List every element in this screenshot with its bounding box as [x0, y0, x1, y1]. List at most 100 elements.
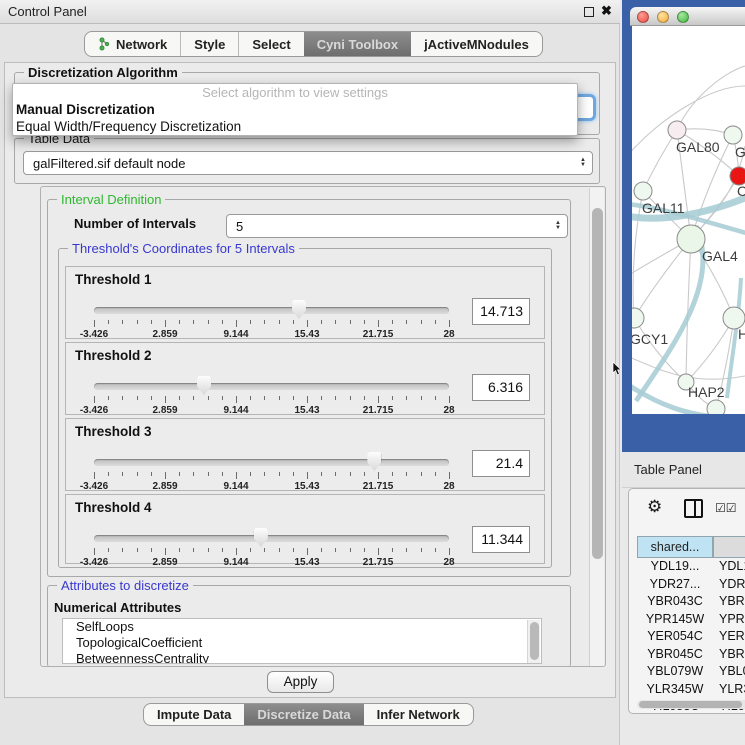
checkboxes-icon[interactable]: ☑☑	[715, 501, 737, 515]
threshold-label: Threshold 2	[75, 348, 152, 363]
tick-mark	[378, 320, 379, 327]
close-traffic-light-icon[interactable]	[637, 11, 649, 23]
threshold-slider[interactable]	[94, 307, 449, 315]
tick-mark	[222, 472, 223, 476]
slider-track[interactable]	[94, 535, 449, 542]
tab-select[interactable]: Select	[238, 32, 303, 56]
tick-mark	[364, 548, 365, 552]
gal80-node[interactable]	[668, 121, 686, 139]
control-panel-window: Control Panel ✖ NetworkStyleSelectCyni T…	[0, 0, 620, 745]
table-row[interactable]: YDL1	[713, 558, 745, 576]
table-row[interactable]: YDL19...	[637, 558, 713, 576]
tab-cyni-toolbox[interactable]: Cyni Toolbox	[304, 32, 411, 56]
number-of-intervals-combo[interactable]: 5 ▲▼	[226, 214, 568, 238]
table-row[interactable]: YBR0	[713, 646, 745, 664]
attributes-list-scroll-thumb[interactable]	[530, 622, 539, 660]
table-row[interactable]: YPR1	[713, 611, 745, 629]
tab-network[interactable]: Network	[85, 32, 180, 56]
tick-mark	[350, 548, 351, 552]
slider-track[interactable]	[94, 307, 449, 314]
table-data-combo[interactable]: galFiltered.sif default node ▲▼	[23, 151, 593, 175]
top-right-node[interactable]	[724, 126, 742, 144]
tab-impute-data[interactable]: Impute Data	[144, 704, 244, 725]
slider-tick-labels: -3.4262.8599.14415.4321.71528	[94, 329, 449, 340]
slider-thumb-icon[interactable]	[367, 452, 381, 471]
tab-infer-network[interactable]: Infer Network	[364, 704, 473, 725]
tick-mark	[392, 396, 393, 400]
threshold-value-field[interactable]: 21.4	[472, 450, 530, 477]
table-row[interactable]: YBR0	[713, 593, 745, 611]
tick-mark	[335, 396, 336, 400]
settings-scroll-thumb[interactable]	[592, 208, 603, 559]
table-row[interactable]: YBL0	[713, 663, 745, 681]
attributes-list-scrollbar[interactable]	[527, 620, 540, 664]
table-row[interactable]: YBR045C	[637, 646, 713, 664]
gal4-node[interactable]	[677, 225, 705, 253]
tick-label: 2.859	[152, 557, 177, 568]
table-row[interactable]: YDR2	[713, 576, 745, 594]
threshold-value-field[interactable]: 14.713	[472, 298, 530, 325]
minimize-traffic-light-icon[interactable]	[657, 11, 669, 23]
numerical-attributes-list[interactable]: SelfLoopsTopologicalCoefficientBetweenne…	[62, 618, 542, 664]
list-item[interactable]: TopologicalCoefficient	[63, 635, 541, 651]
apply-button[interactable]: Apply	[267, 671, 334, 693]
tick-mark	[449, 472, 450, 479]
close-icon[interactable]: ✖	[601, 3, 612, 19]
tick-mark	[236, 548, 237, 555]
tick-mark	[449, 548, 450, 555]
tick-mark	[350, 396, 351, 400]
table-header-na[interactable]: na	[713, 536, 745, 558]
table-header-shared[interactable]: shared...	[637, 536, 713, 558]
tab-jactivemnodules[interactable]: jActiveMNodules	[411, 32, 542, 56]
table-row[interactable]: YLR345W	[637, 681, 713, 699]
table-row[interactable]: YLR3	[713, 681, 745, 699]
slider-thumb-icon[interactable]	[292, 300, 306, 319]
slider-track[interactable]	[94, 383, 449, 390]
tick-mark	[350, 472, 351, 476]
tick-mark	[279, 396, 280, 400]
settings-vertical-scrollbar[interactable]	[589, 188, 604, 666]
table-horizontal-scrollbar[interactable]	[637, 700, 745, 709]
threshold-value-field[interactable]: 11.344	[472, 526, 530, 553]
tick-mark	[435, 396, 436, 400]
tick-mark	[307, 472, 308, 479]
table-row[interactable]: YER054C	[637, 628, 713, 646]
threshold-slider[interactable]	[94, 383, 449, 391]
slider-thumb-icon[interactable]	[197, 376, 211, 395]
tick-mark	[421, 472, 422, 476]
dropdown-option-equal-width-frequency-discretization[interactable]: Equal Width/Frequency Discretization	[13, 118, 577, 135]
zoom-traffic-light-icon[interactable]	[677, 11, 689, 23]
threshold-slider[interactable]	[94, 459, 449, 467]
tab-discretize-data[interactable]: Discretize Data	[244, 704, 363, 725]
gal11-node[interactable]	[634, 182, 652, 200]
tick-label: 15.43	[294, 405, 319, 416]
threshold-value-field[interactable]: 6.316	[472, 374, 530, 401]
list-item[interactable]: BetweennessCentrality	[63, 651, 541, 664]
bottom-node[interactable]	[707, 400, 725, 414]
list-item[interactable]: SelfLoops	[63, 619, 541, 635]
slider-thumb-icon[interactable]	[254, 528, 268, 547]
table-hscroll-thumb[interactable]	[639, 701, 742, 708]
slider-track[interactable]	[94, 459, 449, 466]
float-window-icon[interactable]	[584, 7, 594, 17]
table-row[interactable]: YDR27...	[637, 576, 713, 594]
tab-style[interactable]: Style	[180, 32, 238, 56]
dropdown-option-manual-discretization[interactable]: Manual Discretization	[13, 101, 577, 118]
network-icon	[98, 37, 110, 51]
columns-icon[interactable]	[684, 499, 703, 518]
tick-mark	[378, 548, 379, 555]
threshold-slider[interactable]	[94, 535, 449, 543]
slider-ticks	[94, 472, 449, 480]
table-row[interactable]: YER0	[713, 628, 745, 646]
tick-mark	[236, 396, 237, 403]
tick-mark	[94, 396, 95, 403]
network-window-titlebar	[630, 7, 745, 26]
table-row[interactable]: YBL079W	[637, 663, 713, 681]
table-panel-title: Table Panel	[634, 462, 702, 477]
algorithm-dropdown-popup: Select algorithm to view settings Manual…	[12, 83, 578, 136]
network-canvas[interactable]: GAL80GACGAL11GAL4GCY1HHAP2	[632, 26, 745, 414]
table-row[interactable]: YPR145W	[637, 611, 713, 629]
table-row[interactable]: YBR043C	[637, 593, 713, 611]
gcy1-node[interactable]	[632, 308, 644, 328]
gear-icon[interactable]: ⚙	[647, 497, 662, 517]
